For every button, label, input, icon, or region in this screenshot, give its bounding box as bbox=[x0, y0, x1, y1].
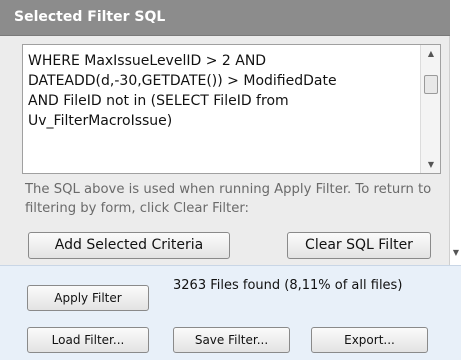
sql-scrollbar[interactable]: ▲ ▼ bbox=[420, 45, 440, 173]
clear-sql-filter-button[interactable]: Clear SQL Filter bbox=[287, 232, 431, 259]
scroll-thumb[interactable] bbox=[424, 75, 438, 94]
save-filter-button[interactable]: Save Filter... bbox=[173, 327, 290, 353]
sql-textarea[interactable]: WHERE MaxIssueLevelID > 2 AND DATEADD(d,… bbox=[22, 44, 441, 174]
apply-filter-button[interactable]: Apply Filter bbox=[27, 285, 149, 311]
actions-panel: Apply Filter 3263 Files found (8,11% of … bbox=[0, 265, 461, 360]
sql-filter-panel: Selected Filter SQL WHERE MaxIssueLevelI… bbox=[0, 0, 450, 265]
add-selected-criteria-button[interactable]: Add Selected Criteria bbox=[28, 232, 230, 259]
panel-title: Selected Filter SQL bbox=[14, 9, 166, 25]
scroll-up-icon[interactable]: ▲ bbox=[421, 45, 440, 62]
outer-scroll-down-icon[interactable]: ▼ bbox=[451, 246, 461, 260]
sql-text[interactable]: WHERE MaxIssueLevelID > 2 AND DATEADD(d,… bbox=[28, 51, 414, 131]
scroll-down-icon[interactable]: ▼ bbox=[421, 156, 440, 173]
export-button[interactable]: Export... bbox=[311, 327, 428, 353]
load-filter-button[interactable]: Load Filter... bbox=[27, 327, 149, 353]
panel-header: Selected Filter SQL bbox=[0, 0, 450, 36]
files-found-status: 3263 Files found (8,11% of all files) bbox=[173, 278, 403, 293]
help-text: The SQL above is used when running Apply… bbox=[25, 182, 432, 216]
